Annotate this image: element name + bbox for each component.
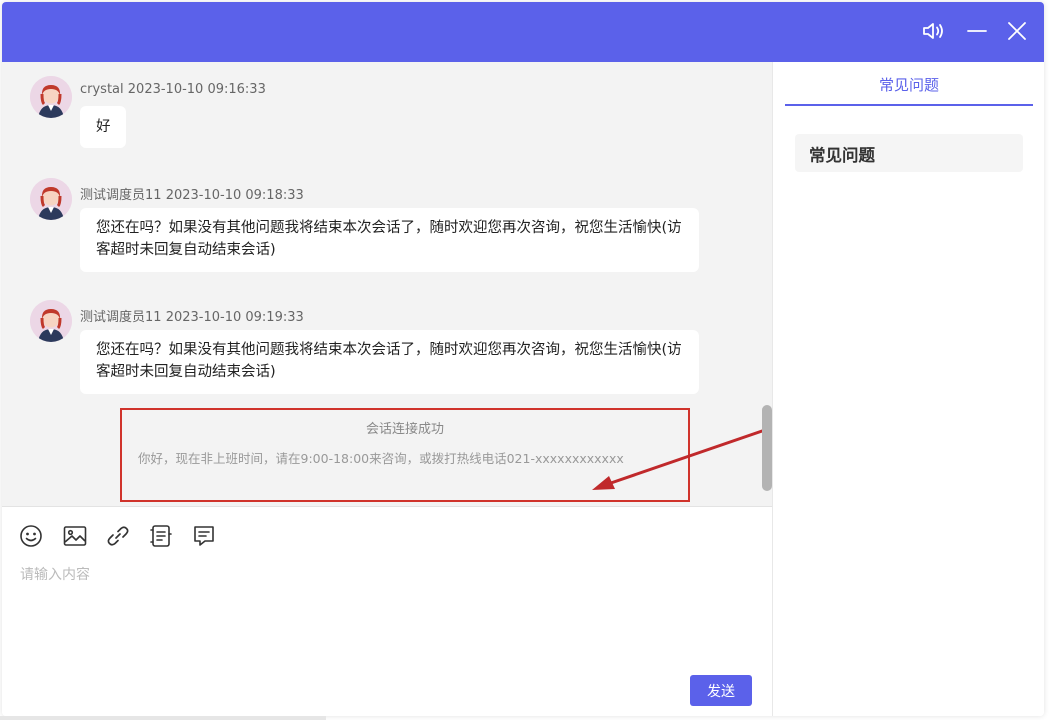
message-input[interactable]: 请输入内容 (20, 564, 90, 584)
message-time: 2023-10-10 09:18:33 (165, 188, 304, 203)
message-bubble: 您还在吗？如果没有其他问题我将结束本次会话了，随时欢迎您再次咨询，祝您生活愉快(… (80, 208, 699, 272)
link-icon[interactable] (105, 523, 131, 549)
avatar (30, 178, 72, 220)
annotation-arrow (592, 427, 770, 490)
message-bubble: 好 (80, 106, 126, 148)
right-panel: 常见问题 常见问题 (772, 62, 1044, 716)
message-meta: 测试调度员11 2023-10-10 09:18:33 (80, 184, 304, 203)
input-area: 请输入内容 发送 (2, 506, 772, 716)
volume-icon[interactable] (918, 16, 948, 46)
tab-underline (785, 104, 1033, 106)
bottom-strip (0, 716, 326, 720)
message-list[interactable]: crystal 2023-10-10 09:16:33 好 测试调度员11 20… (2, 62, 772, 506)
minimize-icon[interactable] (962, 16, 992, 46)
close-icon[interactable] (1002, 16, 1032, 46)
chat-window: crystal 2023-10-10 09:16:33 好 测试调度员11 20… (2, 2, 1044, 716)
sender-name: 测试调度员11 (80, 188, 162, 203)
faq-card[interactable]: 常见问题 (795, 134, 1023, 172)
system-notice-text: 你好，现在非上班时间，请在9:00-18:00来咨询，或拨打热线电话021-xx… (138, 451, 624, 466)
message-bubble: 您还在吗？如果没有其他问题我将结束本次会话了，随时欢迎您再次咨询，祝您生活愉快(… (80, 330, 699, 394)
sender-name: 测试调度员11 (80, 310, 162, 325)
emoji-icon[interactable] (18, 523, 44, 549)
message-time: 2023-10-10 09:19:33 (165, 310, 304, 325)
chat-scrollbar[interactable] (762, 405, 772, 491)
tab-faq[interactable]: 常见问题 (785, 74, 1033, 106)
message-meta: crystal 2023-10-10 09:16:33 (80, 82, 266, 97)
send-button[interactable]: 发送 (690, 675, 752, 706)
title-bar (2, 2, 1044, 62)
image-icon[interactable] (62, 523, 88, 549)
avatar (30, 300, 72, 342)
comment-icon[interactable] (191, 523, 217, 549)
avatar (30, 76, 72, 118)
list-icon[interactable] (148, 523, 174, 549)
message-meta: 测试调度员11 2023-10-10 09:19:33 (80, 306, 304, 325)
message-time: 2023-10-10 09:16:33 (127, 82, 266, 97)
sender-name: crystal (80, 82, 124, 97)
